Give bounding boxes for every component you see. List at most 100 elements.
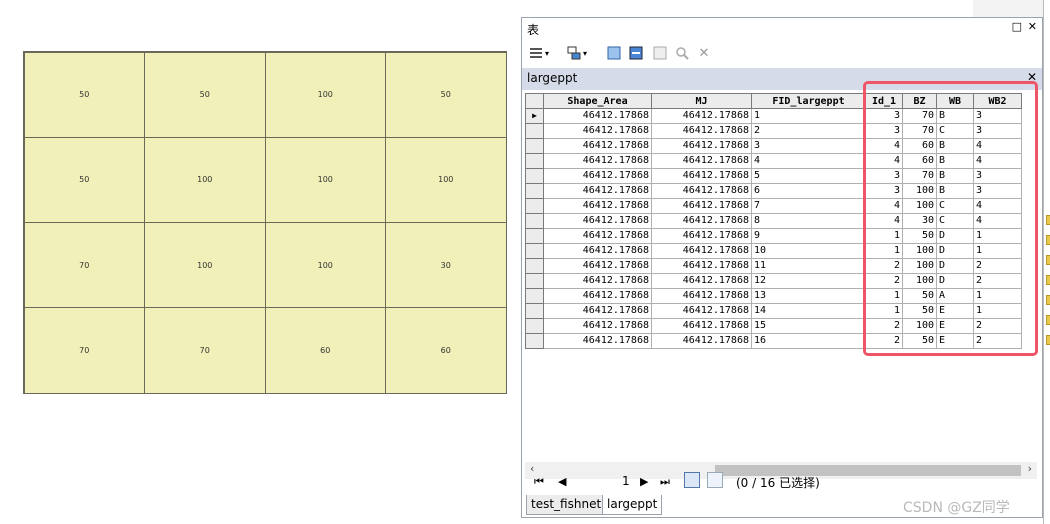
table-cell[interactable]: 46412.17868 [543, 273, 652, 289]
layer-icon [1046, 335, 1050, 345]
table-cell[interactable]: 46412.17868 [543, 168, 652, 184]
row-selector[interactable] [525, 198, 544, 214]
map-cell: 100 [144, 222, 266, 309]
delete-selected-icon[interactable]: ✕ [696, 45, 712, 61]
row-selector[interactable]: ▶ [525, 108, 544, 124]
table-cell[interactable]: 1 [751, 108, 866, 124]
table-cell[interactable]: 46412.17868 [651, 318, 752, 334]
table-cell[interactable]: 46412.17868 [651, 243, 752, 259]
table-cell[interactable]: 12 [751, 273, 866, 289]
table-cell[interactable]: 6 [751, 183, 866, 199]
table-cell[interactable]: 7 [751, 198, 866, 214]
table-cell[interactable]: 46412.17868 [543, 153, 652, 169]
table-cell[interactable]: 46412.17868 [543, 198, 652, 214]
row-selector[interactable] [525, 153, 544, 169]
table-cell[interactable]: 46412.17868 [543, 258, 652, 274]
table-cell[interactable]: 9 [751, 228, 866, 244]
table-cell[interactable]: 5 [751, 168, 866, 184]
row-selector[interactable] [525, 183, 544, 199]
first-record-button[interactable]: ⏮ [534, 475, 544, 489]
table-cell[interactable]: 46412.17868 [651, 273, 752, 289]
zoom-to-selected-icon[interactable] [674, 45, 690, 61]
table-cell[interactable]: 46412.17868 [651, 258, 752, 274]
last-record-button[interactable]: ⏭ [660, 475, 670, 489]
chevron-down-icon[interactable]: ▾ [542, 45, 552, 61]
table-cell[interactable]: 46412.17868 [543, 303, 652, 319]
window-title: 表 [527, 23, 540, 37]
table-cell[interactable]: 46412.17868 [651, 333, 752, 349]
map-cell: 100 [144, 136, 266, 223]
restore-button[interactable]: □ [1012, 20, 1022, 33]
show-selected-records-icon[interactable] [707, 472, 723, 488]
table-cell[interactable]: 46412.17868 [543, 213, 652, 229]
window-titlebar: 表 □ ✕ [522, 18, 1042, 40]
row-selector[interactable] [525, 333, 544, 349]
row-selector[interactable] [525, 258, 544, 274]
table-cell[interactable]: 11 [751, 258, 866, 274]
table-cell[interactable]: 46412.17868 [543, 333, 652, 349]
layer-icon [1046, 295, 1050, 305]
table-cell[interactable]: 2 [751, 123, 866, 139]
table-cell[interactable]: 15 [751, 318, 866, 334]
row-selector[interactable] [525, 228, 544, 244]
table-cell[interactable]: 46412.17868 [651, 108, 752, 124]
tab-test-fishnet[interactable]: test_fishnet [526, 495, 607, 515]
table-cell[interactable]: 46412.17868 [543, 288, 652, 304]
next-record-button[interactable]: ▶ [640, 475, 648, 488]
close-button[interactable]: ✕ [1028, 20, 1037, 33]
table-tab-title[interactable]: largeppt [527, 71, 577, 85]
record-number-field[interactable]: 1 [622, 474, 630, 488]
column-header[interactable]: FID_largeppt [751, 93, 866, 109]
table-cell[interactable]: 46412.17868 [543, 183, 652, 199]
table-cell[interactable]: 46412.17868 [651, 213, 752, 229]
switch-selection-icon[interactable] [628, 45, 644, 61]
table-cell[interactable]: 46412.17868 [543, 108, 652, 124]
row-selector[interactable] [525, 303, 544, 319]
row-selector[interactable] [525, 168, 544, 184]
table-cell[interactable]: 16 [751, 333, 866, 349]
row-selector[interactable] [525, 213, 544, 229]
table-cell[interactable]: 46412.17868 [651, 228, 752, 244]
table-cell[interactable]: 46412.17868 [651, 303, 752, 319]
column-header[interactable]: MJ [651, 93, 752, 109]
chevron-down-icon[interactable]: ▾ [580, 45, 590, 61]
table-cell[interactable]: 13 [751, 288, 866, 304]
watermark: CSDN @GZ同学 [903, 500, 1010, 516]
table-cell[interactable]: 46412.17868 [543, 138, 652, 154]
table-cell[interactable]: 46412.17868 [651, 183, 752, 199]
row-selector[interactable] [525, 273, 544, 289]
table-cell[interactable]: 46412.17868 [543, 123, 652, 139]
map-cell: 30 [385, 222, 507, 309]
row-selector[interactable] [525, 123, 544, 139]
map-cell: 100 [264, 51, 386, 138]
tab-largeppt[interactable]: largeppt [602, 495, 663, 515]
row-selector[interactable] [525, 138, 544, 154]
highlight-box [863, 81, 1038, 356]
map-cell: 50 [23, 51, 145, 138]
table-cell[interactable]: 46412.17868 [651, 138, 752, 154]
table-cell[interactable]: 46412.17868 [651, 153, 752, 169]
table-cell[interactable]: 46412.17868 [651, 123, 752, 139]
table-cell[interactable]: 46412.17868 [543, 228, 652, 244]
table-cell[interactable]: 46412.17868 [651, 288, 752, 304]
table-cell[interactable]: 46412.17868 [651, 168, 752, 184]
column-header[interactable]: Shape_Area [543, 93, 652, 109]
table-cell[interactable]: 46412.17868 [543, 243, 652, 259]
clear-selection-icon[interactable] [652, 45, 668, 61]
row-selector[interactable] [525, 288, 544, 304]
table-cell[interactable]: 46412.17868 [651, 198, 752, 214]
map-cell: 50 [144, 51, 266, 138]
select-by-attributes-icon[interactable] [606, 45, 622, 61]
row-selector[interactable] [525, 243, 544, 259]
table-cell[interactable]: 4 [751, 153, 866, 169]
table-cell[interactable]: 46412.17868 [543, 318, 652, 334]
row-selector[interactable] [525, 318, 544, 334]
layer-icon [1046, 315, 1050, 325]
table-cell[interactable]: 10 [751, 243, 866, 259]
row-selector-header[interactable] [525, 93, 544, 109]
show-all-records-icon[interactable] [684, 472, 700, 488]
table-cell[interactable]: 3 [751, 138, 866, 154]
table-cell[interactable]: 8 [751, 213, 866, 229]
table-cell[interactable]: 14 [751, 303, 866, 319]
previous-record-button[interactable]: ◀ [558, 475, 566, 488]
